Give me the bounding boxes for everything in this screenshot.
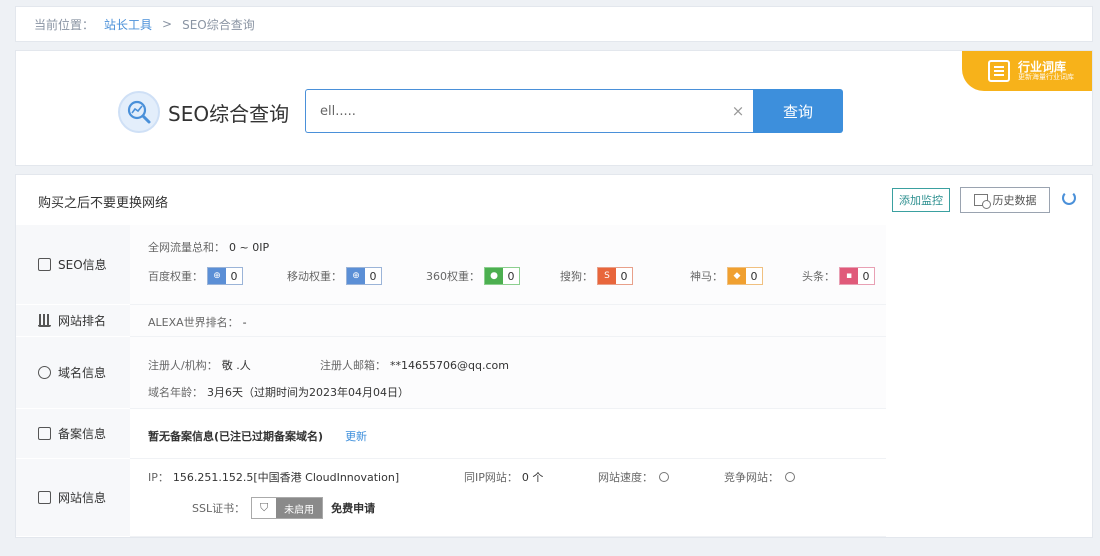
shield-icon: ⛉: [252, 498, 277, 518]
mobile-weight[interactable]: 移动权重： ⊕ 0: [287, 267, 382, 285]
speed-loading-icon: [659, 472, 669, 482]
badge-subtitle: 更新海量行业词库: [1018, 72, 1074, 81]
same-ip-sites[interactable]: 同IP网站： 0 个: [464, 469, 543, 485]
competitor-sites[interactable]: 竞争网站：: [724, 469, 795, 485]
search-box: ×: [305, 89, 753, 133]
breadcrumb-separator: >: [162, 17, 173, 31]
industry-keywords-badge[interactable]: 行业词库 更新海量行业词库: [962, 51, 1092, 91]
site-speed[interactable]: 网站速度：: [598, 469, 669, 485]
icp-info-body: 暂无备案信息(已注已过期备案域名) 更新: [130, 409, 886, 459]
domain-search-input[interactable]: [320, 103, 723, 119]
site-ranking-label: 网站排名: [16, 305, 130, 337]
info-panel: 购买之后不要更换网络 添加监控 历史数据 SEO信息 全网流量总和： 0 ~ 0…: [15, 174, 1093, 538]
traffic-total: 全网流量总和： 0 ~ 0IP: [148, 240, 270, 255]
history-data-button[interactable]: 历史数据: [960, 187, 1050, 213]
badge-title: 行业词库: [1018, 59, 1067, 74]
sogou-icon: S: [598, 268, 616, 284]
shenma-weight[interactable]: 神马： ◆ 0: [690, 267, 763, 285]
shenma-icon: ◆: [728, 268, 746, 284]
refresh-icon[interactable]: [1062, 191, 1076, 205]
domain-info-body: 注册人/机构： 敬 .人 注册人邮箱： **14655706@qq.com 域名…: [130, 337, 886, 409]
icp-info-label: 备案信息: [16, 409, 130, 459]
query-button[interactable]: 查询: [753, 89, 843, 133]
registrant-email: 注册人邮箱： **14655706@qq.com: [320, 358, 509, 373]
baidu-icon: ⊕: [208, 268, 226, 284]
site-info-body: IP： 156.251.152.5[中国香港 CloudInnovation] …: [130, 459, 886, 537]
search-title: SEO综合查询: [168, 101, 290, 126]
free-ssl-apply-link[interactable]: 免费申请: [331, 500, 375, 516]
baidu-weight[interactable]: 百度权重： ⊕ 0: [148, 267, 243, 285]
breadcrumb-current: SEO综合查询: [182, 17, 255, 32]
domain-age: 域名年龄： 3月6天（过期时间为2023年04月04日）: [148, 386, 409, 399]
registrant: 注册人/机构： 敬 .人: [148, 359, 251, 372]
seo-info-row: SEO信息 全网流量总和： 0 ~ 0IP 百度权重： ⊕ 0 移动权重： ⊕ 0 …: [16, 225, 886, 305]
breadcrumb-webmaster-tools[interactable]: 站长工具: [104, 16, 152, 33]
domain-info-label: 域名信息: [16, 337, 130, 409]
seo-info-body: 全网流量总和： 0 ~ 0IP 百度权重： ⊕ 0 移动权重： ⊕ 0 360权重：…: [130, 225, 886, 305]
seo-info-label: SEO信息: [16, 225, 130, 305]
mobile-icon: ⊕: [347, 268, 365, 284]
globe-icon: [38, 366, 51, 379]
domain-info-row: 域名信息 注册人/机构： 敬 .人 注册人邮箱： **14655706@qq.c…: [16, 337, 886, 409]
bar-chart-icon: [38, 314, 51, 327]
document-icon: [38, 427, 51, 440]
clear-icon[interactable]: ×: [723, 102, 753, 120]
magnifier-chart-icon: [118, 91, 160, 133]
icp-info-row: 备案信息 暂无备案信息(已注已过期备案域名) 更新: [16, 409, 886, 459]
toutiao-weight[interactable]: 头条： ▪ 0: [802, 267, 875, 285]
toutiao-icon: ▪: [840, 268, 858, 284]
360-icon: ●: [485, 268, 503, 284]
competitor-loading-icon: [785, 472, 795, 482]
search-panel: SEO综合查询 × 查询 行业词库 更新海量行业词库: [15, 50, 1093, 166]
seo-icon: [38, 258, 51, 271]
360-weight[interactable]: 360权重： ● 0: [426, 267, 520, 285]
book-icon: [988, 60, 1010, 82]
alexa-rank: ALEXA世界排名： -: [148, 315, 247, 330]
site-ranking-row: 网站排名 ALEXA世界排名： -: [16, 305, 886, 337]
info-title: 购买之后不要更换网络: [38, 196, 169, 211]
sogou-weight[interactable]: 搜狗： S0: [560, 267, 633, 285]
ssl-certificate: SSL证书： ⛉ 未启用 免费申请: [192, 497, 375, 519]
breadcrumb-prefix: 当前位置：: [34, 17, 95, 32]
icp-update-link[interactable]: 更新: [345, 428, 367, 444]
ip-address: IP： 156.251.152.5[中国香港 CloudInnovation]: [148, 471, 400, 484]
ssl-status-button[interactable]: 未启用: [276, 498, 323, 518]
icp-status: 暂无备案信息(已注已过期备案域名) 更新: [148, 428, 368, 444]
site-info-row: 网站信息 IP： 156.251.152.5[中国香港 CloudInnovat…: [16, 459, 886, 537]
site-info-label: 网站信息: [16, 459, 130, 537]
seo-logo: SEO综合查询: [118, 91, 289, 133]
add-monitor-button[interactable]: 添加监控: [892, 188, 950, 212]
history-icon: [973, 194, 991, 209]
info-header: 购买之后不要更换网络 添加监控 历史数据: [16, 175, 1092, 225]
monitor-icon: [38, 491, 51, 504]
breadcrumb: 当前位置： 站长工具 > SEO综合查询: [15, 6, 1093, 42]
history-data-label: 历史数据: [992, 194, 1037, 207]
site-ranking-body: ALEXA世界排名： -: [130, 305, 886, 337]
